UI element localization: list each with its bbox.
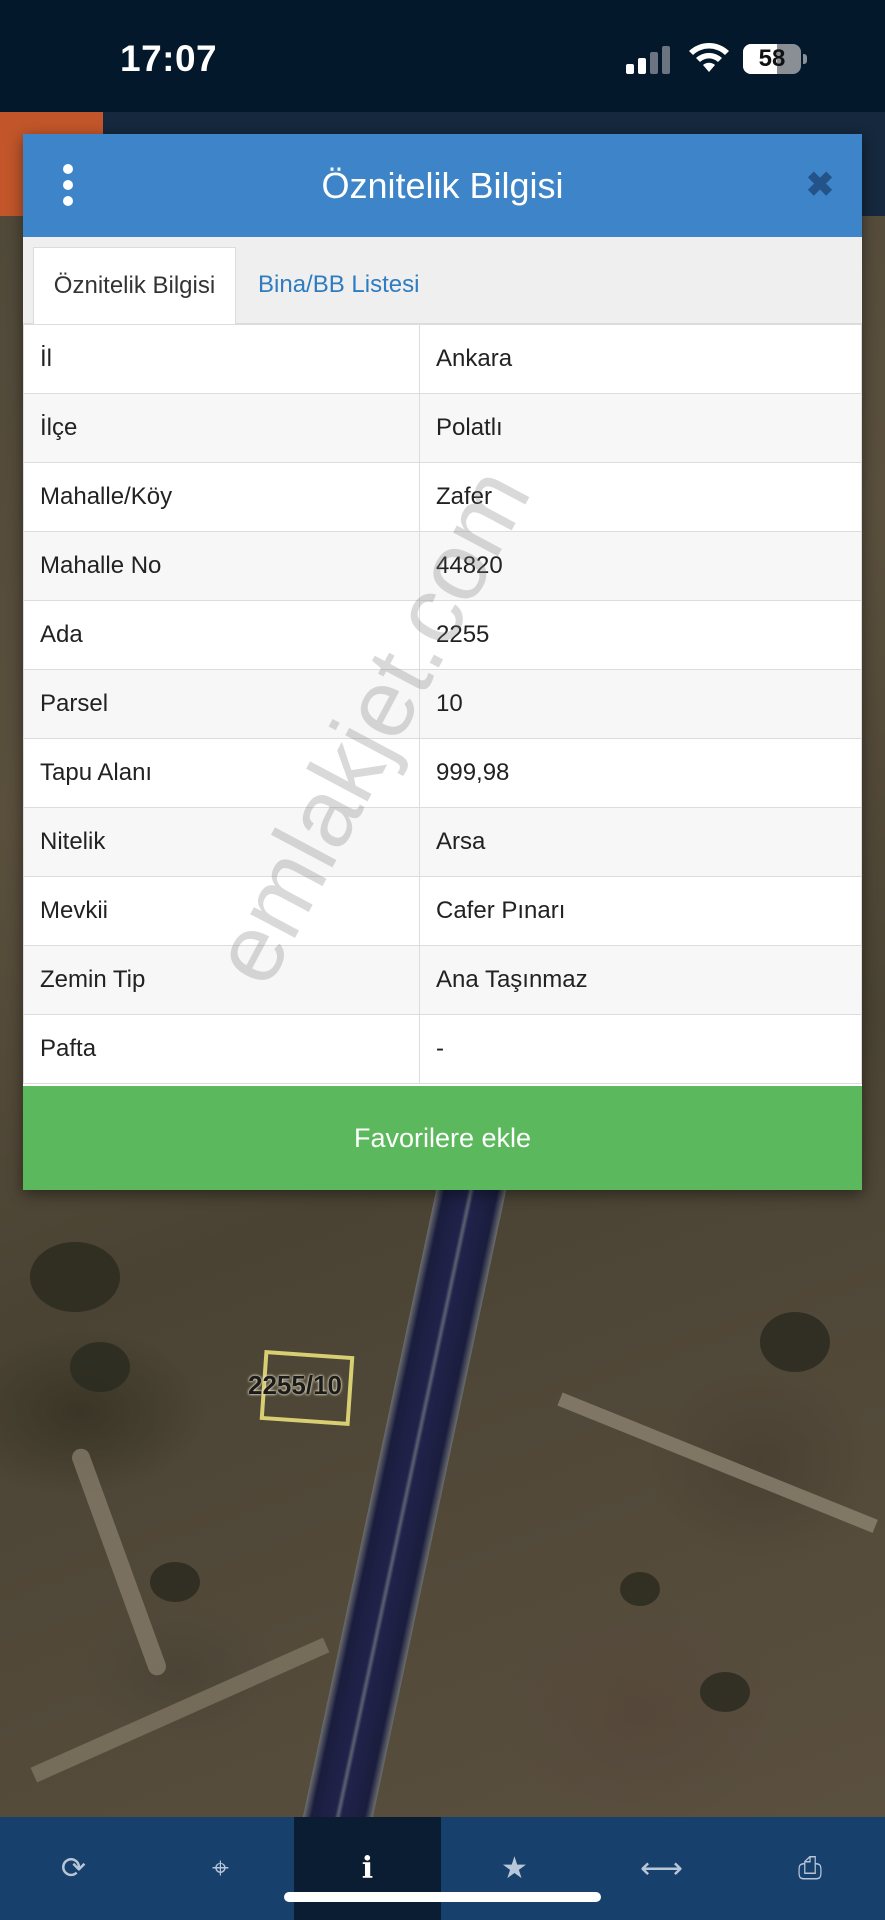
refresh-icon: ⟳ [60,1852,87,1885]
attr-value: Ankara [419,324,862,394]
battery-level: 58 [758,45,786,72]
table-row: Mahalle No 44820 [23,531,862,601]
tab-bar: Öznitelik Bilgisi Bina/BB Listesi [23,237,862,325]
measure-button[interactable]: ⟷ [588,1817,735,1920]
attr-value: Ana Taşınmaz [419,945,862,1015]
attr-key: Mahalle No [23,531,420,601]
close-icon[interactable]: ✖ [803,168,837,202]
favorites-button[interactable]: ★ [441,1817,588,1920]
attr-value: Polatlı [419,393,862,463]
status-time: 17:07 [120,38,218,79]
attr-value: 999,98 [419,738,862,808]
locate-icon: ⌖ [212,1852,229,1885]
attr-key: Mahalle/Köy [23,462,420,532]
table-row: Ada 2255 [23,600,862,670]
parcel-label: 2255/10 [248,1370,342,1400]
table-row: Pafta - [23,1014,862,1084]
dialog-header: Öznitelik Bilgisi ✖ [23,134,862,237]
attr-key: Nitelik [23,807,420,877]
table-row: Nitelik Arsa [23,807,862,877]
table-row: Zemin Tip Ana Taşınmaz [23,945,862,1015]
attr-key: Pafta [23,1014,420,1084]
info-button[interactable]: i [294,1817,441,1920]
tab-attribute-info[interactable]: Öznitelik Bilgisi [33,247,236,325]
tab-building-list[interactable]: Bina/BB Listesi [242,247,435,325]
cellular-signal-icon [626,46,670,74]
attr-key: İl [23,324,420,394]
attr-value: 44820 [419,531,862,601]
attr-key: Ada [23,600,420,670]
home-indicator[interactable] [284,1892,601,1902]
refresh-button[interactable]: ⟳ [0,1817,147,1920]
table-row: İlçe Polatlı [23,393,862,463]
highway [278,1172,510,1817]
add-to-favorites-button[interactable]: Favorilere ekle [23,1086,862,1190]
battery-icon: 58 [743,44,807,74]
attr-key: Parsel [23,669,420,739]
attr-key: Zemin Tip [23,945,420,1015]
table-row: Parsel 10 [23,669,862,739]
locate-button[interactable]: ⌖ [147,1817,294,1920]
print-icon: ⎙ [798,1852,822,1885]
attr-value: Cafer Pınarı [419,876,862,946]
attr-value: Zafer [419,462,862,532]
star-icon: ★ [501,1852,528,1885]
attr-value: 2255 [419,600,862,670]
table-row: Tapu Alanı 999,98 [23,738,862,808]
attr-value: Arsa [419,807,862,877]
attr-key: Mevkii [23,876,420,946]
dialog-title: Öznitelik Bilgisi [321,165,564,206]
attr-key: Tapu Alanı [23,738,420,808]
attr-value: 10 [419,669,862,739]
attribute-table: İl Ankara İlçe Polatlı Mahalle/Köy Zafer Ma… [23,324,862,1084]
attribute-info-dialog: Öznitelik Bilgisi ✖ Öznitelik Bilgisi Bi… [23,134,862,1190]
more-options-icon[interactable] [59,164,77,206]
measure-icon: ⟷ [639,1852,683,1885]
table-row: Mevkii Cafer Pınarı [23,876,862,946]
bottom-toolbar: ⟳ ⌖ i ★ ⟷ ⎙ [0,1817,885,1920]
attr-key: İlçe [23,393,420,463]
print-button[interactable]: ⎙ [735,1817,885,1920]
status-bar: 17:07 58 [0,0,885,112]
wifi-icon [689,43,729,72]
table-row: İl Ankara [23,324,862,394]
info-icon: i [361,1851,374,1886]
table-row: Mahalle/Köy Zafer [23,462,862,532]
attr-value: - [419,1014,862,1084]
